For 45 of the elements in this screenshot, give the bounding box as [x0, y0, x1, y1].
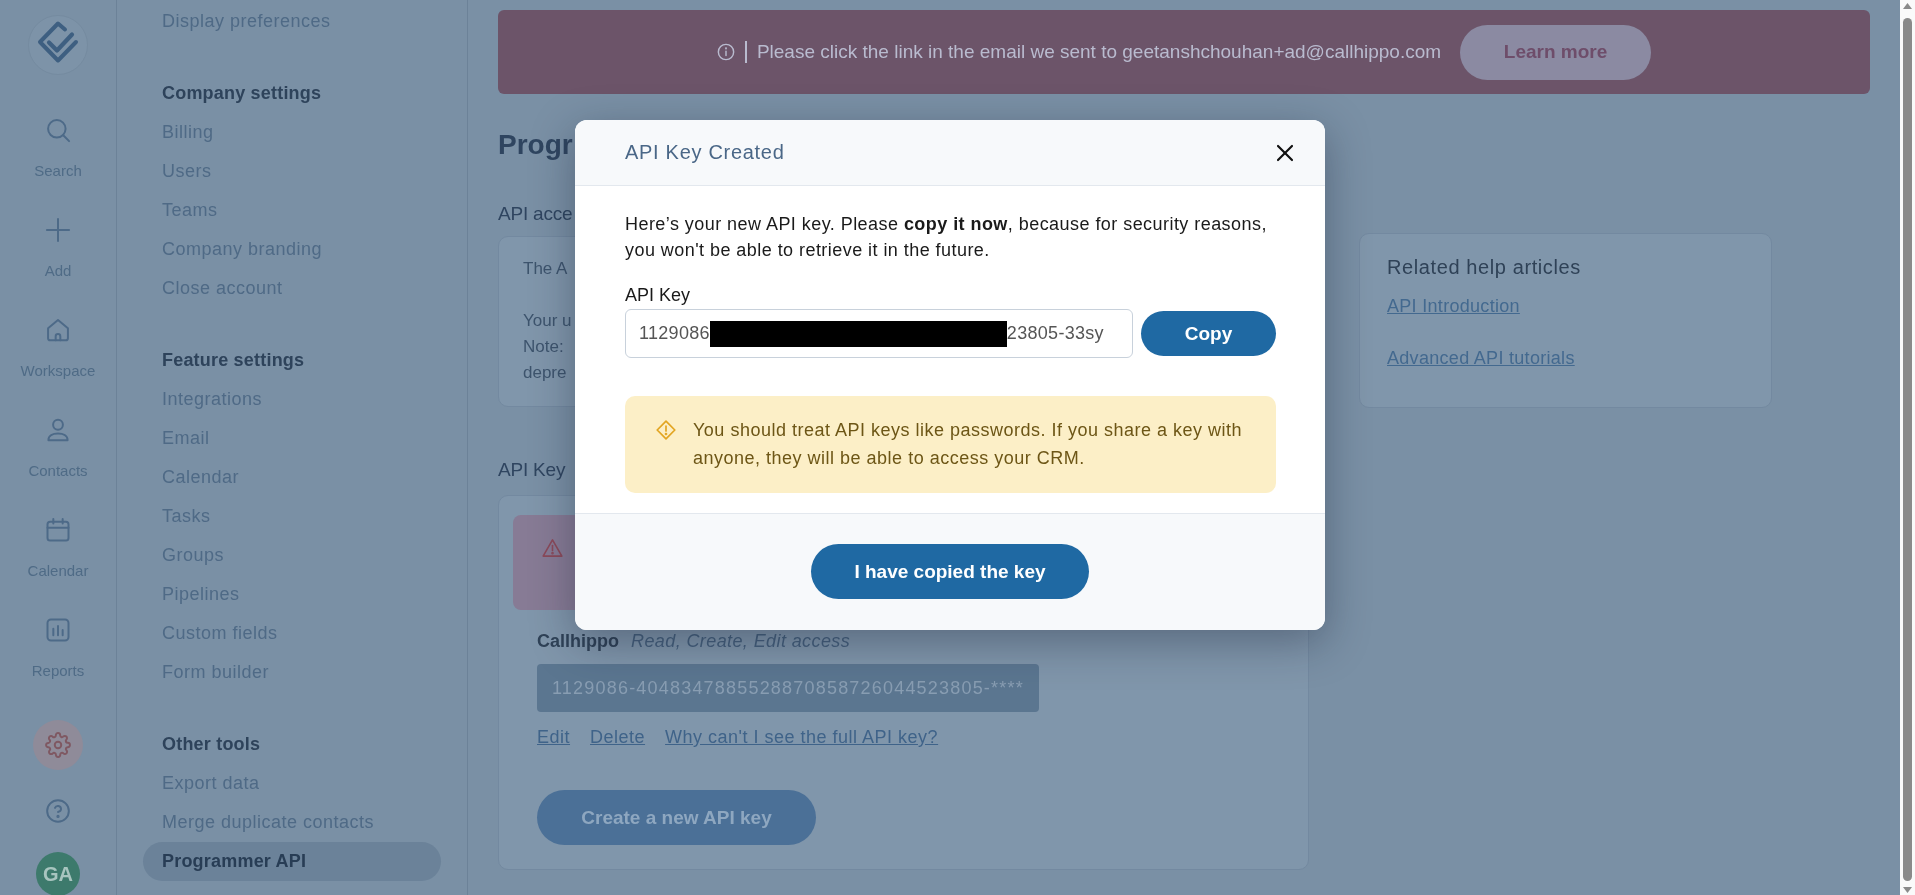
- modal-title: API Key Created: [625, 141, 785, 164]
- section-heading: API Key: [498, 458, 566, 482]
- section-heading: API acce: [498, 202, 573, 226]
- calendar-icon: [44, 516, 72, 544]
- key-action-link[interactable]: Why can't I see the full API key?: [665, 727, 939, 747]
- warning-icon: [542, 538, 563, 558]
- scroll-up-icon[interactable]: [1903, 3, 1912, 9]
- section-heading: Company settings: [162, 82, 322, 105]
- search-icon: [44, 116, 72, 144]
- confirm-button[interactable]: I have copied the key: [811, 544, 1089, 599]
- modal-description: Here’s your new API key. Please copy it now, because for security reasons, you won't be able to retrieve it in the future.: [625, 213, 1268, 262]
- warning-icon: [656, 420, 676, 440]
- banner-message: Please click the link in the email we sent to geetanshchouhan+ad@callhippo.com: [756, 41, 1442, 63]
- settings-button[interactable]: [33, 720, 83, 770]
- warning-text: You should treat API keys like passwords. If you share a key with anyone, they will be able to access your CRM.: [693, 419, 1244, 470]
- page-title: Progr: [498, 128, 573, 162]
- key-action-link[interactable]: Delete: [590, 727, 646, 747]
- section-heading: Other tools: [162, 733, 261, 756]
- settings-icon: [45, 732, 71, 758]
- card-text: Your u: [523, 310, 572, 332]
- card-text: depre: [523, 362, 567, 384]
- help-button[interactable]: [45, 798, 71, 824]
- help-article-link[interactable]: API Introduction: [1387, 294, 1520, 318]
- close-icon[interactable]: [1276, 143, 1294, 162]
- info-icon: [716, 43, 735, 61]
- learn-more-button[interactable]: Learn more: [1460, 24, 1652, 80]
- scrollbar-thumb[interactable]: [1903, 18, 1912, 881]
- copy-button[interactable]: Copy: [1141, 311, 1276, 356]
- section-heading: Feature settings: [162, 349, 305, 372]
- scroll-down-icon[interactable]: [1903, 887, 1912, 893]
- bar-chart-icon: [44, 616, 72, 644]
- field-label: API Key: [625, 284, 691, 307]
- card-text: The A: [523, 258, 568, 280]
- plus-icon: [44, 216, 72, 244]
- help-article-link[interactable]: Advanced API tutorials: [1387, 346, 1575, 370]
- home-icon: [44, 316, 72, 344]
- key-name: Callhippo: [537, 632, 619, 650]
- create-key-button[interactable]: Create a new API key: [537, 790, 816, 845]
- sidebar-item[interactable]: Programmer API: [143, 842, 441, 881]
- key-action-link[interactable]: Edit: [537, 727, 571, 747]
- help-icon: [45, 798, 71, 824]
- help-card-title: Related help articles: [1387, 255, 1581, 280]
- card-text: Note:: [523, 336, 564, 358]
- user-avatar[interactable]: GA: [36, 852, 80, 895]
- api-key-field[interactable]: 1129086 23805-33sy: [625, 309, 1133, 358]
